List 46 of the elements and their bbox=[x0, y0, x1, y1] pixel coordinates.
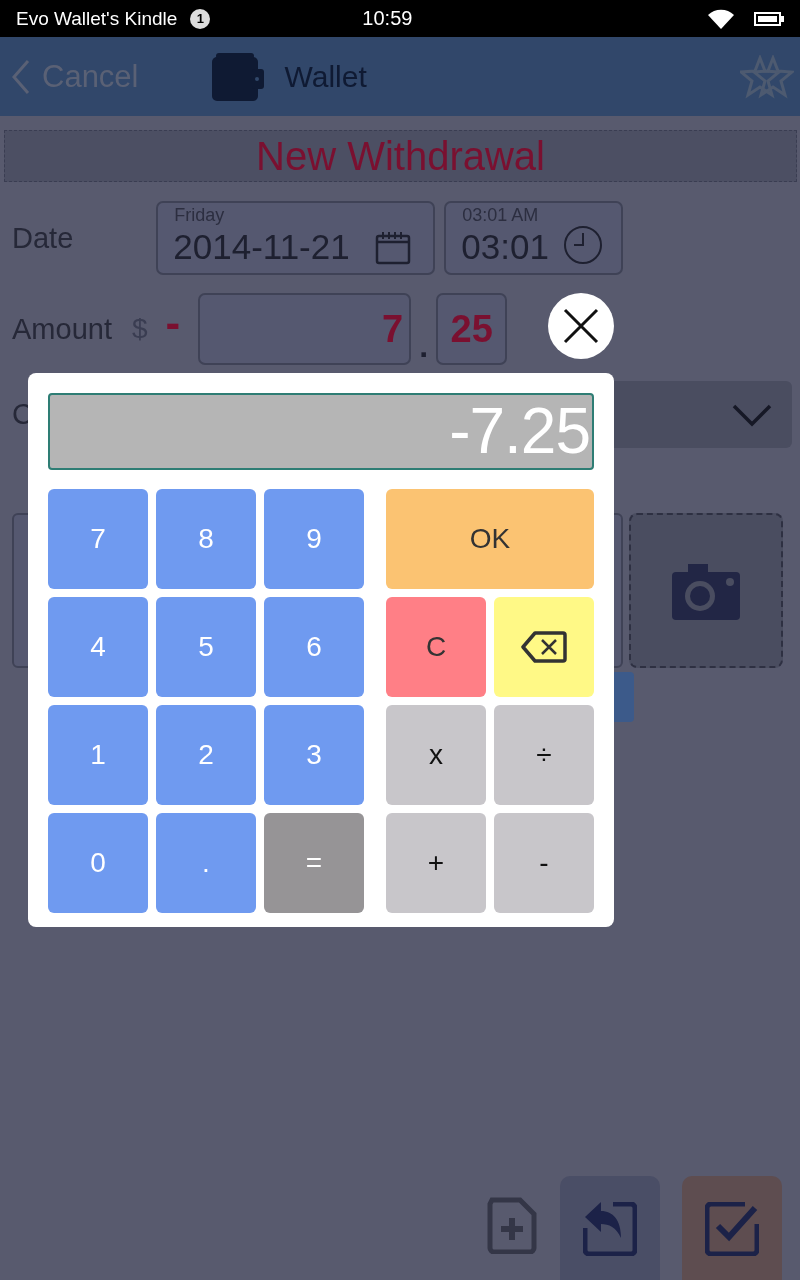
operator-key[interactable]: x bbox=[386, 705, 486, 805]
photo-button[interactable] bbox=[629, 513, 783, 668]
currency-symbol: $ bbox=[131, 313, 148, 345]
star-icon[interactable] bbox=[740, 54, 794, 99]
number-key[interactable]: 3 bbox=[264, 705, 364, 805]
camera-icon bbox=[672, 561, 740, 620]
operator-key[interactable]: ÷ bbox=[494, 705, 594, 805]
operator-key[interactable]: - bbox=[494, 813, 594, 913]
number-key[interactable]: 9 bbox=[264, 489, 364, 589]
minus-sign[interactable]: - bbox=[165, 298, 181, 348]
amount-field[interactable]: 7 bbox=[198, 293, 412, 365]
number-key[interactable]: 7 bbox=[48, 489, 148, 589]
backspace-icon bbox=[521, 631, 567, 663]
notification-badge: 1 bbox=[190, 8, 211, 29]
number-key[interactable]: 2 bbox=[156, 705, 256, 805]
calendar-icon bbox=[375, 231, 412, 265]
number-key[interactable]: 0 bbox=[48, 813, 148, 913]
decimal-point: . bbox=[418, 328, 430, 365]
close-icon bbox=[563, 308, 599, 344]
calculator-display: -7.25 bbox=[48, 393, 594, 470]
number-key[interactable]: 6 bbox=[264, 597, 364, 697]
cents-field[interactable]: 25 bbox=[436, 293, 508, 365]
checkbox-icon bbox=[705, 1202, 759, 1256]
chevron-down-icon bbox=[732, 402, 772, 427]
number-key[interactable]: . bbox=[156, 813, 256, 913]
equals-key[interactable]: = bbox=[264, 813, 364, 913]
number-key[interactable]: 8 bbox=[156, 489, 256, 589]
back-chevron-icon bbox=[10, 58, 32, 95]
operator-key[interactable]: + bbox=[386, 813, 486, 913]
battery-icon bbox=[754, 10, 784, 27]
ok-button[interactable]: OK bbox=[386, 489, 594, 589]
backspace-key[interactable] bbox=[494, 597, 594, 697]
undo-box-icon bbox=[583, 1202, 637, 1256]
clock-time: 10:59 bbox=[362, 7, 413, 30]
number-key[interactable]: 4 bbox=[48, 597, 148, 697]
save-button[interactable] bbox=[682, 1176, 782, 1280]
clear-key[interactable]: C bbox=[386, 597, 486, 697]
revert-button[interactable] bbox=[560, 1176, 660, 1280]
number-key[interactable]: 1 bbox=[48, 705, 148, 805]
device-name: Evo Wallet's Kindle bbox=[16, 7, 178, 30]
number-key[interactable]: 5 bbox=[156, 597, 256, 697]
wifi-icon bbox=[706, 7, 736, 30]
form-title: New Withdrawal bbox=[4, 130, 797, 182]
clock-icon bbox=[563, 225, 604, 265]
wallet-icon bbox=[211, 52, 266, 101]
new-document-icon[interactable] bbox=[486, 1196, 538, 1254]
